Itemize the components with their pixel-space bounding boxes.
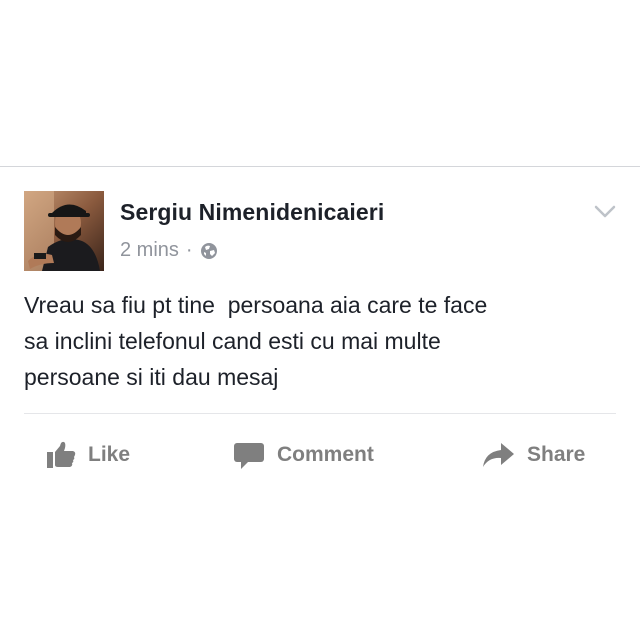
share-label: Share (527, 443, 586, 466)
speech-bubble-icon (234, 443, 264, 469)
blank-top-area (0, 0, 640, 166)
profile-photo (24, 191, 104, 271)
globe-icon[interactable] (200, 242, 218, 260)
like-button[interactable]: Like (46, 435, 130, 475)
post-text: Vreau sa fiu pt tine persoana aia care t… (24, 292, 488, 390)
avatar[interactable] (24, 191, 104, 271)
post-meta: 2 mins · (120, 239, 218, 262)
post-actions: Like Comment Share (0, 435, 640, 475)
share-button[interactable]: Share (481, 435, 585, 475)
author-name[interactable]: Sergiu Nimenidenicaieri (120, 199, 384, 226)
share-arrow-icon (483, 443, 514, 467)
actions-divider (24, 413, 616, 414)
post-card: Sergiu Nimenidenicaieri 2 mins · Vreau s… (0, 166, 640, 511)
chevron-down-icon[interactable] (594, 205, 616, 219)
comment-label: Comment (277, 443, 374, 466)
meta-separator: · (185, 239, 193, 261)
like-label: Like (88, 443, 131, 466)
thumbs-up-icon (47, 441, 76, 468)
comment-button[interactable]: Comment (233, 435, 374, 475)
post-timestamp[interactable]: 2 mins (120, 239, 179, 262)
